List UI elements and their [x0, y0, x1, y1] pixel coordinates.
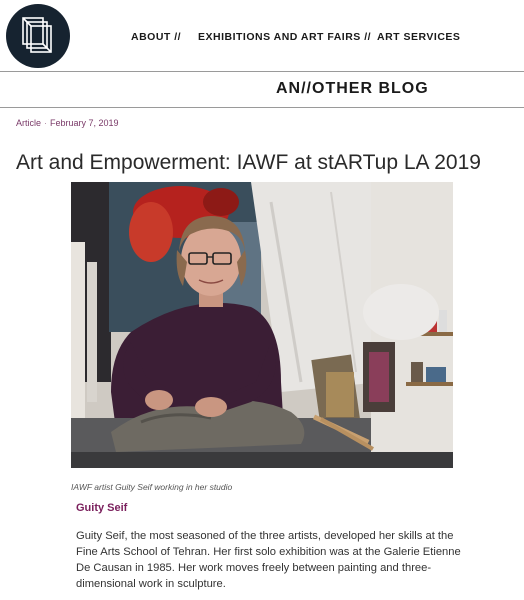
section-subhead: Guity Seif [76, 502, 128, 514]
article-photo [71, 182, 453, 468]
photo-caption: IAWF artist Guity Seif working in her st… [71, 482, 233, 492]
site-header: ABOUT // EXHIBITIONS AND ART FAIRS // AR… [0, 0, 524, 72]
article-date: February 7, 2019 [50, 118, 119, 128]
meta-separator: · [44, 118, 48, 128]
article-paragraph: Guity Seif, the most seasoned of the thr… [76, 530, 461, 590]
article-meta: Article · February 7, 2019 [16, 118, 119, 128]
blog-title[interactable]: AN//OTHER BLOG [276, 80, 429, 98]
article-title: Art and Empowerment: IAWF at stARTup LA … [16, 151, 481, 174]
nav-item-about[interactable]: ABOUT // [131, 31, 181, 43]
main-nav: ABOUT // EXHIBITIONS AND ART FAIRS // AR… [0, 31, 524, 45]
article-category-link[interactable]: Article [16, 118, 41, 128]
blog-bar: AN//OTHER BLOG [0, 72, 524, 108]
nav-item-art-services[interactable]: ART SERVICES [377, 31, 460, 43]
nav-item-exhibitions[interactable]: EXHIBITIONS AND ART FAIRS // [198, 31, 371, 43]
